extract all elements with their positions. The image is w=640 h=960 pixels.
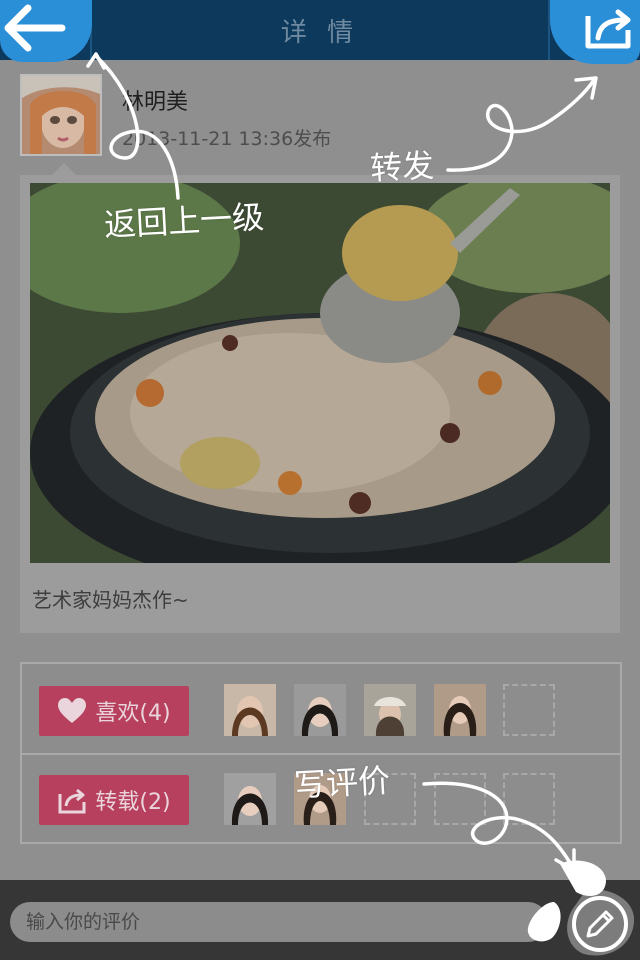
hint-share-label: 转发 xyxy=(369,146,436,188)
empty-avatar-slot xyxy=(434,773,486,825)
card-notch xyxy=(52,163,76,175)
avatar-portrait-icon xyxy=(22,76,100,154)
user-name[interactable]: 林明美 xyxy=(122,84,188,116)
repost-button[interactable]: 转载(2) xyxy=(39,775,189,825)
hint-write-label: 写评价 xyxy=(293,761,392,805)
liker-avatar[interactable] xyxy=(434,684,486,736)
reposter-avatar[interactable] xyxy=(224,773,276,825)
repost-icon xyxy=(58,788,86,814)
back-button[interactable] xyxy=(0,0,92,62)
liker-avatar[interactable] xyxy=(364,684,416,736)
repost-label: 转载(2) xyxy=(95,790,171,815)
comment-input[interactable] xyxy=(10,902,548,942)
like-label: 喜欢(4) xyxy=(95,701,171,726)
row-divider xyxy=(22,753,620,755)
empty-avatar-slot xyxy=(503,773,555,825)
like-button[interactable]: 喜欢(4) xyxy=(39,686,189,736)
empty-avatar-slot xyxy=(503,684,555,736)
page-title: 详 情 xyxy=(280,18,360,48)
hint-back-label: 返回上一级 xyxy=(103,197,266,245)
write-review-button[interactable] xyxy=(566,889,635,958)
liker-avatar[interactable] xyxy=(294,684,346,736)
back-arrow-icon xyxy=(4,4,66,52)
pencil-icon xyxy=(567,889,635,956)
hint-blob-decoration xyxy=(527,902,561,942)
header-bar: 详 情 xyxy=(0,0,640,60)
post-caption: 艺术家妈妈杰作~ xyxy=(32,588,189,612)
share-button[interactable] xyxy=(550,0,640,64)
share-icon xyxy=(585,9,631,49)
user-avatar[interactable] xyxy=(20,74,102,156)
post-timestamp: 2013-11-21 13:36发布 xyxy=(122,128,332,150)
liker-avatar[interactable] xyxy=(224,684,276,736)
heart-icon xyxy=(58,698,87,723)
